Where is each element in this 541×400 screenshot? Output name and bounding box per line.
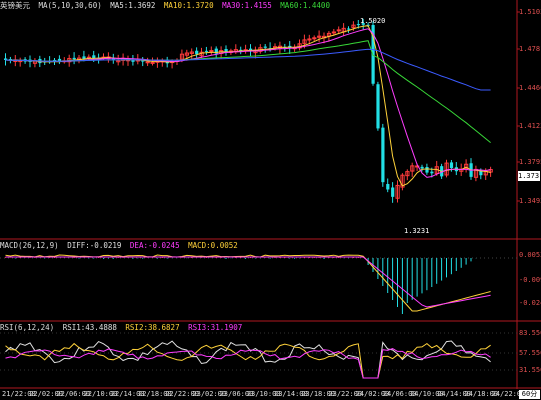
- high-marker: 1.5020: [360, 17, 386, 25]
- candle-body: [336, 29, 341, 32]
- rsi2-value: RSI2:38.6827: [125, 323, 180, 332]
- chart-window: 英镑美元 MA(5,10,30,60) MA5:1.3692 MA10:1.37…: [0, 0, 541, 400]
- candle-body: [195, 50, 199, 55]
- ma60-line: [5, 48, 491, 91]
- rsi-tick-1: 57.556: [519, 349, 541, 357]
- ma10-value: MA10:1.3720: [163, 1, 214, 10]
- ma30-line: [5, 40, 491, 143]
- candle-body: [376, 84, 380, 129]
- macd-tick-2: -0.0243: [519, 299, 541, 307]
- ma5-line: [5, 25, 491, 187]
- price-tick-3: 1.4123: [519, 122, 541, 130]
- macd-tick-0: 0.0052: [519, 251, 541, 259]
- rsi-tick-2: 31.550: [519, 366, 541, 374]
- macd-header: MACD(26,12,9) DIFF:-0.0219 DEA:-0.0245 M…: [0, 240, 242, 252]
- macd-param-label[interactable]: MACD(26,12,9): [0, 241, 59, 250]
- candle-body: [381, 127, 385, 183]
- candle-body: [312, 37, 317, 40]
- ma60-value: MA60:1.4400: [280, 1, 330, 10]
- ma10-line: [5, 28, 491, 178]
- candle-body: [331, 31, 336, 34]
- macd-histogram: [5, 257, 477, 314]
- candle-body: [347, 28, 351, 30]
- time-axis: 21/22:00 22/02:00 22/06:00 22/10:00 22/14:00…: [0, 389, 525, 400]
- indicator-header: 英镑美元 MA(5,10,30,60) MA5:1.3692 MA10:1.37…: [0, 0, 334, 12]
- candle-body: [430, 171, 434, 174]
- rsi1-value: RSI1:43.4888: [62, 323, 117, 332]
- period-button[interactable]: 60分: [519, 390, 540, 399]
- price-tick-1: 1.4781: [519, 45, 541, 53]
- macd-tick-1: -0.0095: [519, 276, 541, 284]
- price-tick-2: 1.4460: [519, 84, 541, 92]
- ma5-value: MA5:1.3692: [110, 1, 156, 10]
- price-tick-5: 1.3493: [519, 197, 541, 205]
- candle-body: [209, 50, 214, 53]
- candle-body: [449, 162, 454, 169]
- macd-diff-line: [5, 254, 491, 312]
- candle-body: [131, 60, 135, 62]
- chart-canvas: [0, 0, 541, 389]
- ma-param-label[interactable]: MA(5,10,30,60): [39, 1, 102, 10]
- price-tick-0: 1.5103: [519, 8, 541, 16]
- candle-body: [204, 50, 209, 52]
- candle-body: [150, 61, 155, 64]
- ma30-value: MA30:1.4155: [222, 1, 272, 10]
- candle-body: [145, 61, 150, 64]
- candle-body: [420, 166, 424, 169]
- macd-dea-value: DEA:-0.0245: [129, 241, 180, 250]
- rsi3-value: RSI3:31.1907: [188, 323, 243, 332]
- symbol-name: 英镑美元: [0, 1, 30, 10]
- rsi-header: RSI(6,12,24) RSI1:43.4888 RSI2:38.6827 R…: [0, 322, 246, 334]
- macd-dea-line: [5, 256, 491, 308]
- low-marker: 1.3231: [404, 227, 430, 235]
- macd-diff-value: DIFF:-0.0219: [67, 241, 122, 250]
- candle-body: [92, 55, 96, 59]
- candle-body: [391, 187, 395, 197]
- rsi-param-label[interactable]: RSI(6,12,24): [0, 323, 54, 332]
- candle-body: [425, 166, 429, 173]
- candle-body: [263, 46, 267, 48]
- last-price-label[interactable]: 1.3731: [518, 171, 541, 181]
- rsi-tick-0: 83.550: [519, 329, 541, 337]
- candlestick-series: [4, 18, 493, 203]
- candle-body: [72, 57, 76, 60]
- price-tick-4: 1.3795: [519, 158, 541, 166]
- macd-value: MACD:0.0052: [188, 241, 238, 250]
- candle-body: [386, 184, 390, 190]
